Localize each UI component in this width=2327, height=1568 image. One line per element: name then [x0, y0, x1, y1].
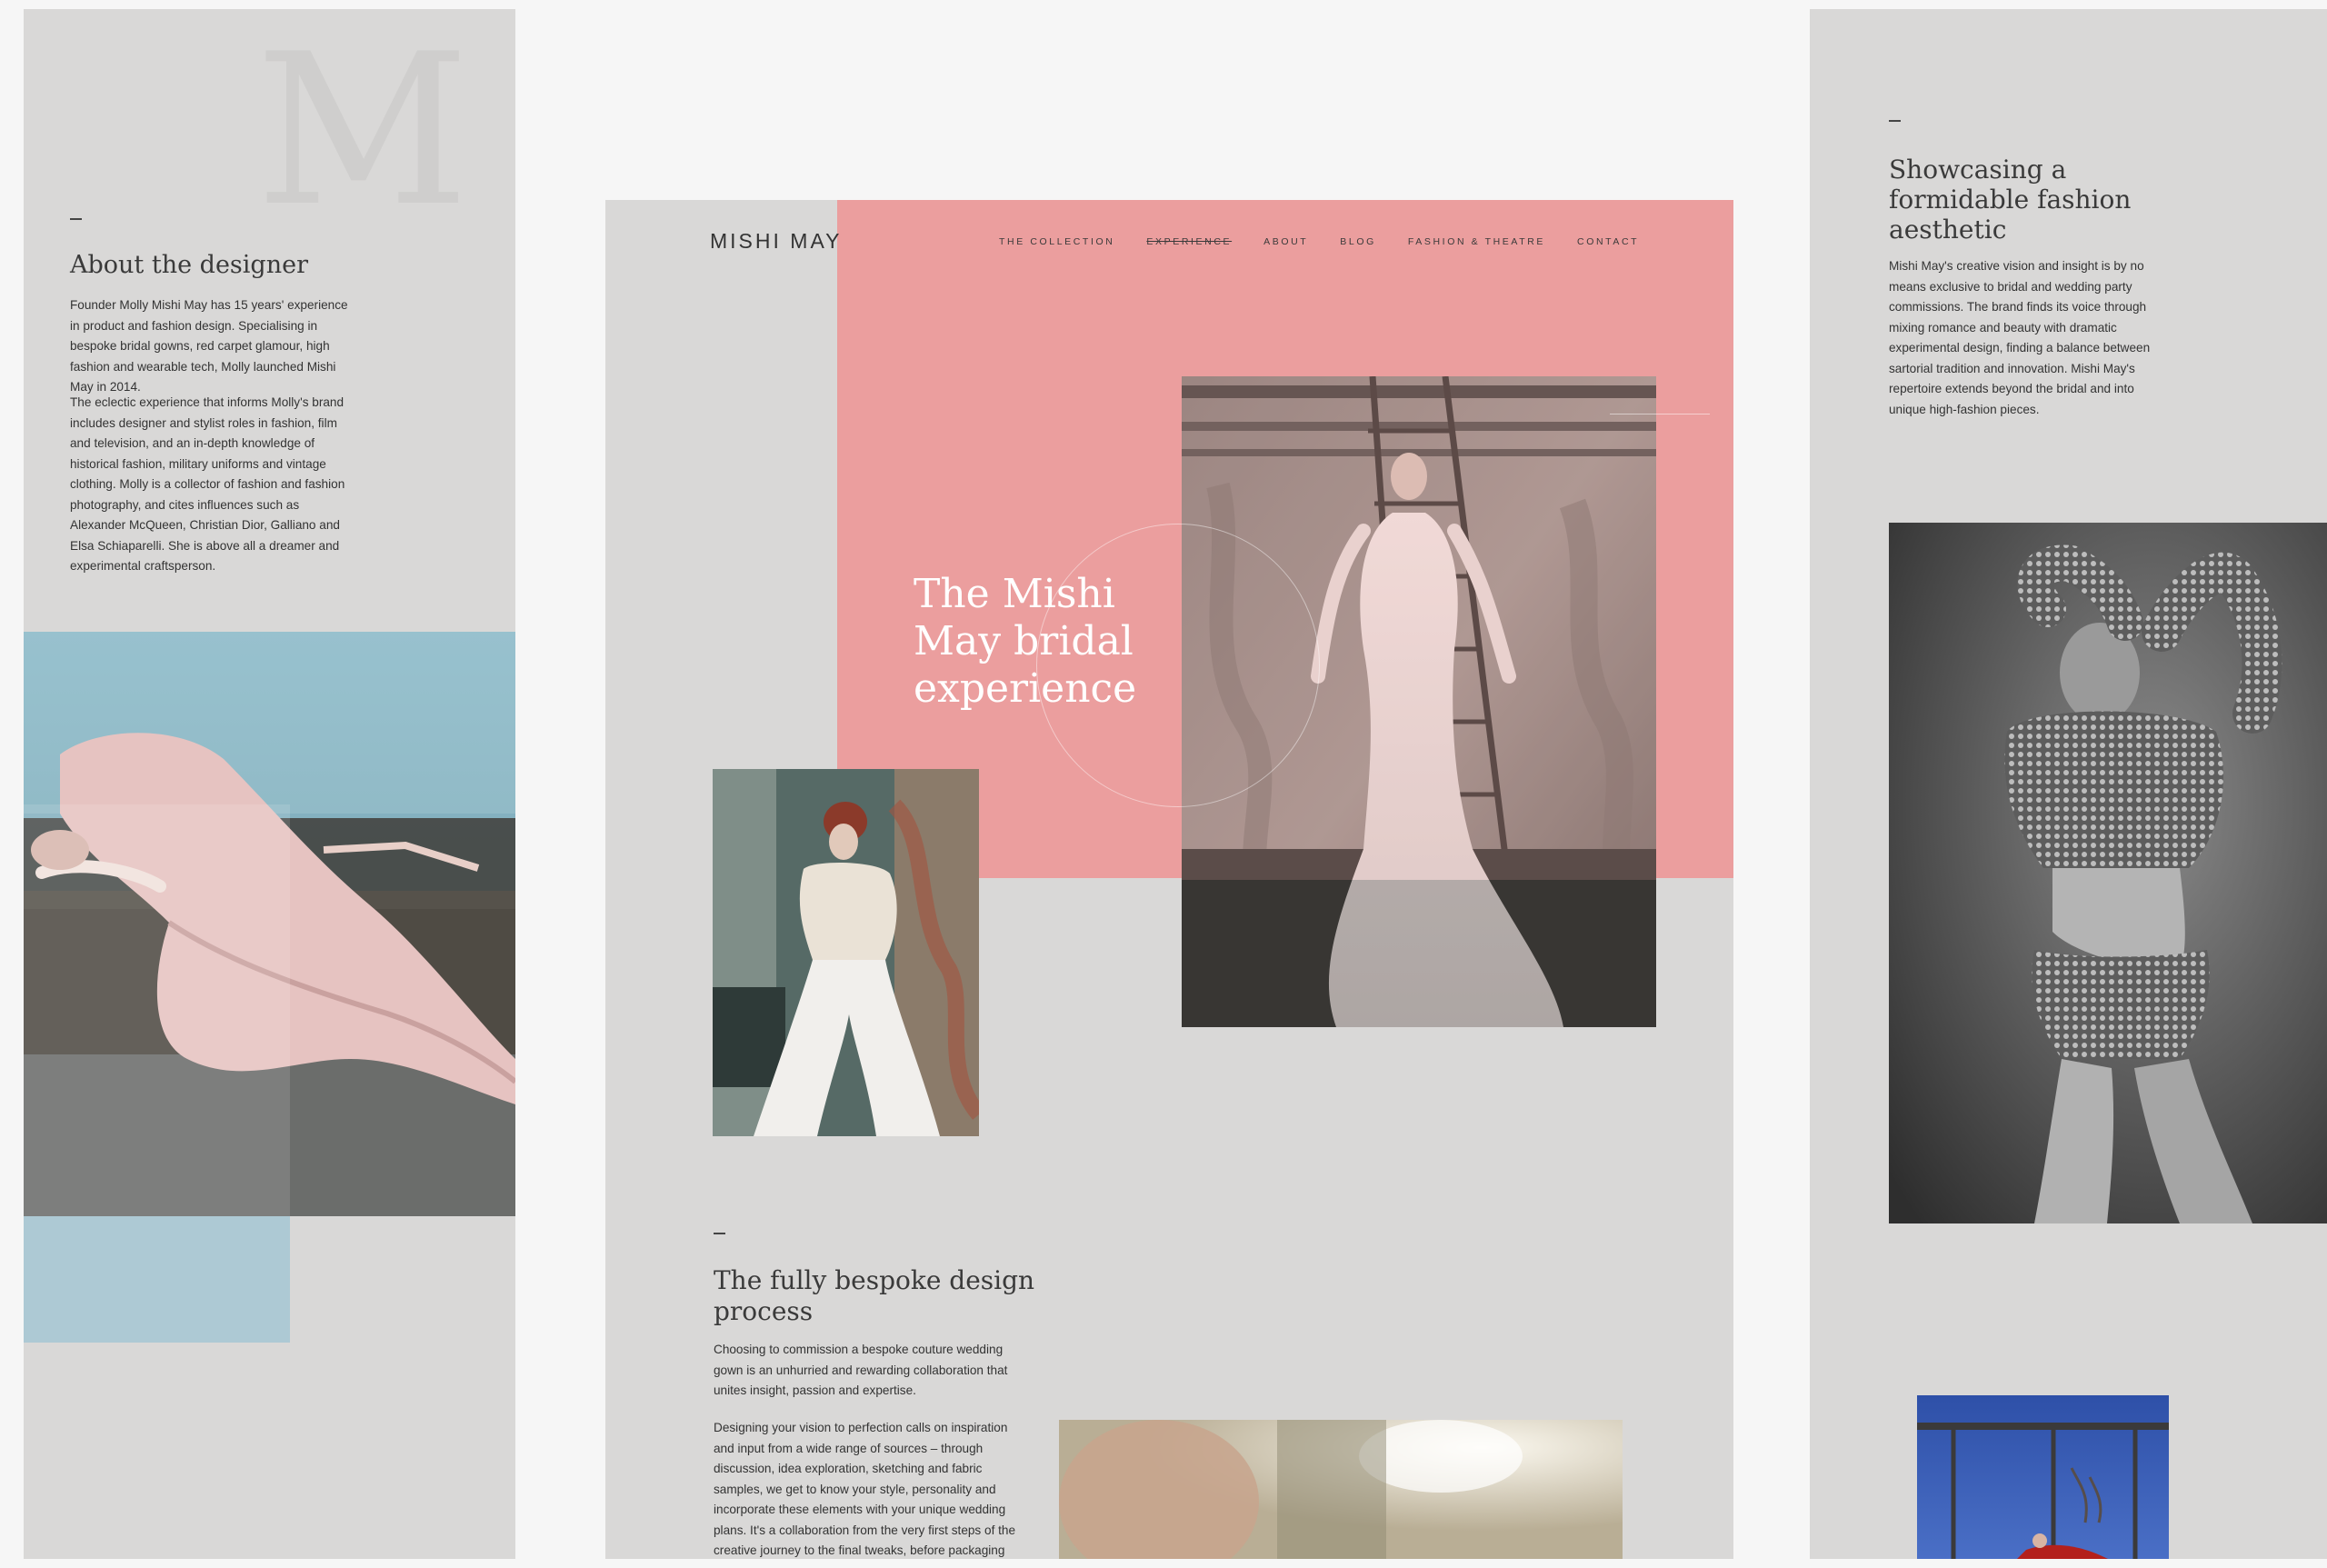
- section-dash: [1889, 120, 1901, 122]
- hero-title: The Mishi May bridal experience: [914, 571, 1137, 712]
- nav-item-fashion-theatre[interactable]: FASHION & THEATRE: [1408, 236, 1545, 247]
- process-heading: The fully bespoke design process: [714, 1265, 1035, 1326]
- brand-logo[interactable]: MISHI MAY: [710, 229, 842, 254]
- fashion-aesthetic-panel: Showcasing a formidable fashion aestheti…: [1810, 9, 2327, 1559]
- experience-page-preview: MISHI MAY THE COLLECTION EXPERIENCE ABOU…: [605, 200, 1733, 1559]
- blue-sky-photo: [1917, 1395, 2169, 1559]
- process-paragraph: Choosing to commission a bespoke couture…: [714, 1343, 1008, 1397]
- designer-photo-reclining-gown: [24, 632, 515, 1216]
- process-paragraph: Designing your vision to perfection call…: [714, 1421, 1016, 1557]
- nav-item-blog[interactable]: BLOG: [1340, 236, 1376, 247]
- about-heading: About the designer: [70, 251, 308, 279]
- showcase-heading: Showcasing a formidable fashion aestheti…: [1889, 155, 2132, 245]
- about-designer-panel: M About the designer Founder Molly Mishi…: [24, 9, 515, 1559]
- main-nav: THE COLLECTION EXPERIENCE ABOUT BLOG FAS…: [999, 236, 1639, 247]
- about-paragraph: Founder Molly Mishi May has 15 years' ex…: [70, 298, 348, 394]
- nav-item-contact[interactable]: CONTACT: [1577, 236, 1639, 247]
- white-jumpsuit-photo: [713, 769, 979, 1136]
- about-paragraph: The eclectic experience that informs Mol…: [70, 395, 345, 573]
- nav-item-experience[interactable]: EXPERIENCE: [1146, 236, 1232, 247]
- section-dash: [714, 1233, 725, 1234]
- nav-item-about[interactable]: ABOUT: [1263, 236, 1308, 247]
- section-dash: [70, 218, 82, 220]
- sequin-outfit-photo: [1889, 523, 2327, 1223]
- showcase-paragraph: Mishi May's creative vision and insight …: [1889, 259, 2151, 416]
- bespoke-detail-photo: [1059, 1420, 1623, 1559]
- decorative-monogram: M: [255, 10, 470, 253]
- nav-item-the-collection[interactable]: THE COLLECTION: [999, 236, 1114, 247]
